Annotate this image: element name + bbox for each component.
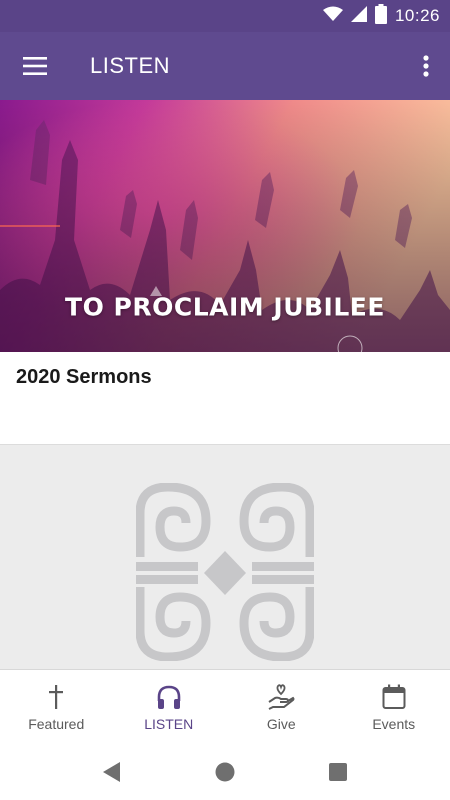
- more-vert-icon[interactable]: [414, 52, 438, 80]
- battery-icon: [374, 3, 387, 29]
- back-icon[interactable]: [101, 761, 123, 783]
- signal-icon: [350, 5, 367, 27]
- banner-title: TO PROCLAIM JUBILEE: [65, 292, 385, 322]
- app-bar: LISTEN: [0, 32, 450, 100]
- home-icon[interactable]: [214, 761, 236, 783]
- placeholder-card[interactable]: [0, 445, 450, 669]
- card-title[interactable]: 2020 Sermons: [16, 366, 152, 389]
- nav-label-events: Events: [372, 716, 416, 732]
- giving-hand-icon: [267, 682, 295, 712]
- nav-item-give[interactable]: Give: [225, 670, 338, 745]
- recents-icon[interactable]: [327, 761, 349, 783]
- nav-item-featured[interactable]: Featured: [0, 670, 113, 745]
- nav-label-give: Give: [266, 716, 296, 732]
- church-logo-icon: [136, 483, 314, 661]
- headphones-icon: [156, 682, 182, 712]
- wifi-icon: [322, 6, 343, 27]
- status-bar: 10:26: [0, 0, 450, 32]
- status-time: 10:26: [394, 6, 440, 25]
- hamburger-menu-icon[interactable]: [18, 52, 52, 80]
- nav-item-events[interactable]: Events: [338, 670, 450, 745]
- nav-item-listen[interactable]: LISTEN: [113, 670, 226, 745]
- calendar-icon: [382, 682, 406, 712]
- nav-label-featured: Featured: [28, 716, 85, 732]
- status-icons: 10:26: [322, 0, 440, 32]
- nav-label-listen: LISTEN: [144, 716, 194, 732]
- sermon-series-banner[interactable]: TO PROCLAIM JUBILEE: [0, 100, 450, 352]
- cross-icon: [48, 682, 64, 712]
- page-title: LISTEN: [90, 53, 171, 78]
- bottom-nav: Featured LISTEN Give Events: [0, 669, 450, 745]
- system-nav-bar: [0, 744, 450, 800]
